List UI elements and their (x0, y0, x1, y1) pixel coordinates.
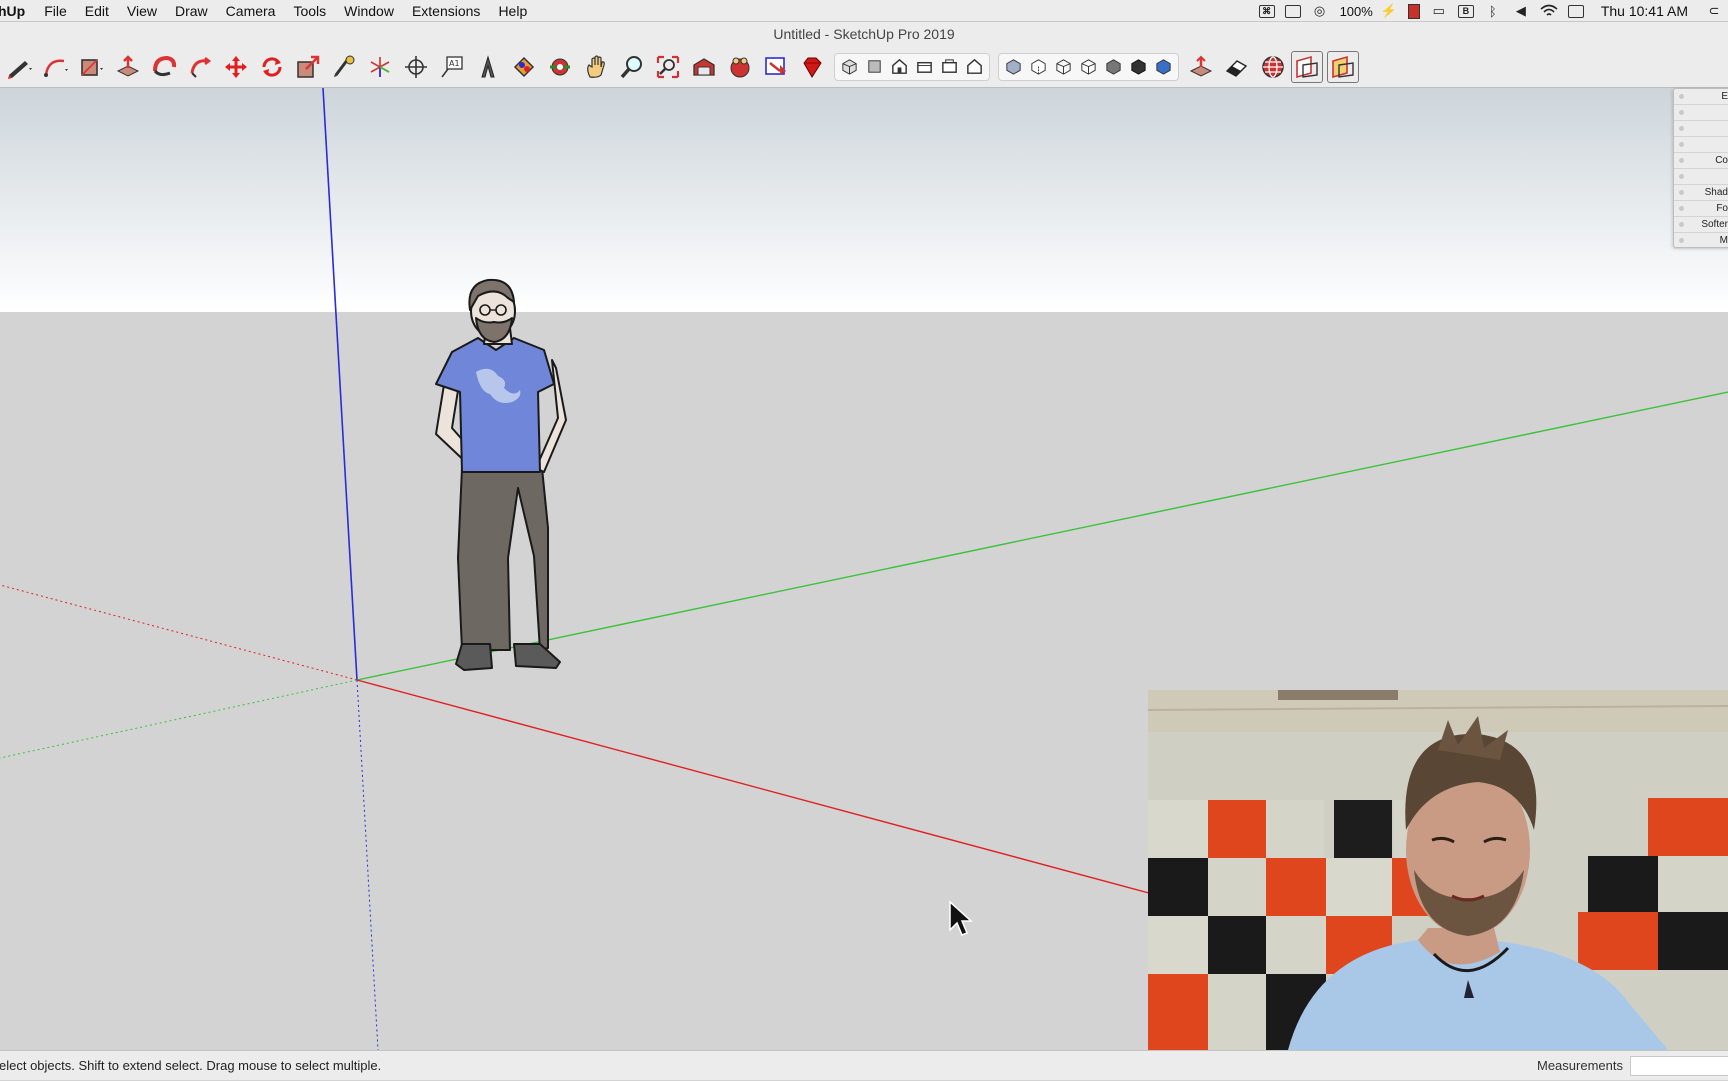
measurements-input[interactable] (1630, 1056, 1728, 1076)
shaded-textures-icon[interactable] (1126, 49, 1151, 85)
menu-camera[interactable]: Camera (217, 3, 285, 19)
right-view-icon[interactable] (912, 49, 937, 85)
menu-extensions[interactable]: Extensions (403, 3, 489, 19)
green-axis (356, 391, 1728, 681)
command-icon[interactable]: ⌘ (1258, 4, 1275, 18)
iso-view-icon[interactable] (837, 49, 862, 85)
notification-icon[interactable]: ⊂ (1705, 3, 1723, 18)
status-hint: elect objects. Shift to extend select. D… (0, 1058, 382, 1073)
battery-percent: 100% (1339, 3, 1373, 19)
display-icon[interactable] (1284, 4, 1301, 18)
webcam-overlay (1148, 690, 1728, 1050)
tray-row-match-photo[interactable]: M (1674, 233, 1728, 249)
keyboard-icon[interactable] (1567, 4, 1584, 18)
menu-view[interactable]: View (118, 3, 166, 19)
pan-icon[interactable] (578, 49, 614, 85)
shaded-icon[interactable] (1101, 49, 1126, 85)
follow-me-icon[interactable] (182, 49, 218, 85)
blue-axis (322, 88, 358, 681)
text-icon[interactable]: A1 (434, 49, 470, 85)
svg-text:A1: A1 (449, 59, 460, 68)
front-view-icon[interactable] (887, 49, 912, 85)
sandbox-icon[interactable] (1183, 49, 1219, 85)
tray-row-5[interactable] (1674, 169, 1728, 185)
geo-location-icon[interactable] (1255, 49, 1291, 85)
green-axis-negative (0, 679, 358, 759)
3d-text-icon[interactable] (470, 49, 506, 85)
tray-row-soften[interactable]: Softer (1674, 217, 1728, 233)
app-menu[interactable]: hUp (0, 3, 35, 19)
red-axis (356, 679, 1161, 897)
menu-bar: hUp File Edit View Draw Camera Tools Win… (0, 0, 1728, 22)
ruby-icon[interactable] (794, 49, 830, 85)
arc-icon[interactable] (38, 49, 74, 85)
section-cut-icon[interactable] (1327, 50, 1359, 83)
axes-icon[interactable] (398, 49, 434, 85)
status-bar: elect objects. Shift to extend select. D… (0, 1050, 1728, 1080)
creative-cloud-icon[interactable]: ◎ (1311, 3, 1329, 18)
tray-row-2[interactable] (1674, 121, 1728, 137)
hidden-line-icon[interactable] (1076, 49, 1101, 85)
xray-icon[interactable] (1001, 49, 1026, 85)
window-title: Untitled - SketchUp Pro 2019 (0, 22, 1728, 46)
move-icon[interactable] (218, 49, 254, 85)
main-toolbar: A1 (0, 46, 1728, 88)
tray-row-1[interactable] (1674, 105, 1728, 121)
bluetooth-b-icon[interactable]: B (1457, 4, 1474, 18)
bluetooth-icon[interactable]: ᛒ (1484, 4, 1502, 19)
tray-row-3[interactable] (1674, 137, 1728, 153)
presenter-video (1148, 690, 1728, 1050)
airplay-icon[interactable]: ▭ (1430, 3, 1448, 18)
blue-axis-negative (356, 679, 379, 1050)
tray-row-components[interactable]: Co (1674, 153, 1728, 169)
extension-warehouse-icon[interactable] (722, 49, 758, 85)
scale-figure (435, 278, 567, 671)
layout-icon[interactable] (758, 49, 794, 85)
menu-file[interactable]: File (35, 3, 76, 19)
menu-draw[interactable]: Draw (166, 3, 217, 19)
offset-icon[interactable] (326, 49, 362, 85)
zoom-icon[interactable] (614, 49, 650, 85)
tray-row-entity[interactable]: E (1674, 89, 1728, 105)
push-pull-icon[interactable] (110, 49, 146, 85)
tray-row-fog[interactable]: Fo (1674, 201, 1728, 217)
zoom-extents-icon[interactable] (650, 49, 686, 85)
shape-icon[interactable] (74, 49, 110, 85)
back-view-icon[interactable] (937, 49, 962, 85)
menu-help[interactable]: Help (489, 3, 536, 19)
red-axis-negative (0, 584, 358, 681)
wifi-icon[interactable] (1540, 4, 1558, 18)
warehouse-icon[interactable] (686, 49, 722, 85)
styles-toolbar (998, 52, 1179, 81)
pencil-icon[interactable] (2, 49, 38, 85)
top-view-icon[interactable] (862, 49, 887, 85)
back-edges-icon[interactable] (1026, 49, 1051, 85)
monochrome-icon[interactable] (1151, 49, 1176, 85)
views-toolbar (834, 52, 990, 81)
rotate-icon[interactable] (254, 49, 290, 85)
menu-window[interactable]: Window (335, 3, 403, 19)
volume-icon[interactable]: ◀ (1512, 3, 1530, 18)
menu-edit[interactable]: Edit (76, 3, 118, 19)
status-tray: ⌘ ◎ 100% ⚡ ▭ B ᛒ ◀ Thu 10:41 AM ⊂ (1254, 0, 1728, 22)
mouse-cursor-icon (949, 900, 973, 936)
eraser-soft-icon[interactable] (1219, 49, 1255, 85)
section-display-icon[interactable] (1291, 50, 1323, 83)
battery-charging-icon[interactable]: ⚡ (1380, 3, 1398, 18)
orbit-icon[interactable] (146, 49, 182, 85)
paint-bucket-icon[interactable] (506, 49, 542, 85)
menu-clock[interactable]: Thu 10:41 AM (1601, 3, 1688, 19)
wireframe-icon[interactable] (1051, 49, 1076, 85)
scale-icon[interactable] (290, 49, 326, 85)
left-view-icon[interactable] (962, 49, 987, 85)
tape-measure-icon[interactable] (362, 49, 398, 85)
menu-tools[interactable]: Tools (284, 3, 335, 19)
measurements-label: Measurements (1537, 1058, 1623, 1073)
tray-row-shadows[interactable]: Shad (1674, 185, 1728, 201)
position-camera-icon[interactable] (542, 49, 578, 85)
default-tray[interactable]: E Co Shad Fo Softer M (1673, 88, 1728, 249)
recording-icon[interactable] (1407, 3, 1420, 19)
